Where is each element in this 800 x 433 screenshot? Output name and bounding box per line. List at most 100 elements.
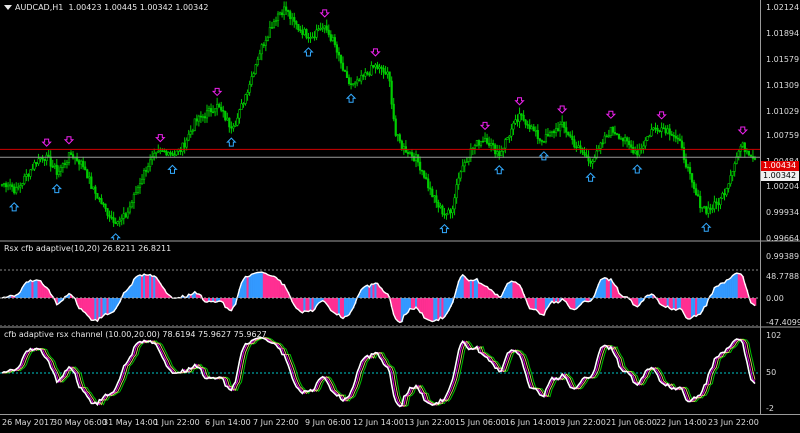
down-arrow-icon [516,98,524,105]
candle-body [407,152,409,153]
candle-body [397,135,399,136]
symbol-name: AUDCAD,H1 [15,3,63,12]
channel-lines-canvas[interactable] [0,328,760,414]
candle-body [64,164,66,165]
candle-body [306,29,308,37]
candle-body [249,84,251,92]
up-arrow-icon [227,138,235,146]
rsx-bar [675,298,677,310]
candle-body [293,17,295,21]
candle-body [624,138,626,141]
time-axis-label: 22 Jun 14:00 [656,418,707,427]
candle-body [647,136,649,140]
candle-body [350,84,352,85]
rsx-bar [732,276,734,298]
rsx-bar [96,298,98,321]
candle-body [160,151,162,152]
rsx-bar [259,272,261,298]
candle-body [267,37,269,40]
candle-body [371,65,373,75]
candle-body [237,118,239,125]
rsx-bar [226,298,228,308]
candle-body [695,189,697,195]
rsx-histogram-canvas[interactable] [0,242,760,326]
time-axis-label: 13 Jun 22:00 [404,418,455,427]
candle-body [466,161,468,162]
rsx-bar [104,298,106,314]
candle-body [523,115,525,120]
candle-body [348,78,350,84]
candle-body [513,123,515,129]
candle-body [291,17,293,18]
rsx-bar [35,280,37,298]
candle-body [147,167,149,172]
candle-body [431,189,433,197]
rsx-bar [537,298,539,311]
candle-body [606,136,608,137]
candle-body [661,128,663,132]
candle-body [208,108,210,110]
rsx-indicator-panel[interactable]: Rsx cfb adaptive(10,20) 26.8211 26.8211 [0,242,760,326]
rsx-bar [460,277,462,298]
candle-body [533,127,535,131]
rsx-bar [478,283,480,298]
candle-body [338,52,340,55]
candle-body [636,151,638,155]
rsx-bar [273,276,275,298]
rsx-bar [484,286,486,298]
candle-body [444,214,446,215]
candle-body [712,209,714,210]
rsx-bar [374,283,376,298]
candle-body [456,185,458,198]
candle-body [559,124,561,130]
candle-body [259,54,261,60]
candle-body [563,122,565,127]
candle-body [671,134,673,135]
price-scale[interactable]: 1.02124 1.01894 1.01579 1.01309 1.01029 … [760,0,800,414]
down-arrow-icon [481,122,489,129]
candle-body [492,143,494,145]
rsx-bar [719,283,721,298]
rsx-bar [107,298,109,315]
candle-body [385,72,387,74]
rsx-bar [372,284,374,298]
chevron-down-icon[interactable] [4,5,12,10]
candle-body [99,198,101,199]
candle-body [419,162,421,170]
down-arrow-icon [65,137,73,144]
price-chart-canvas[interactable] [0,0,760,240]
candle-body [697,195,699,197]
channel-indicator-panel[interactable]: cfb adaptive rsx channel (10.00,20.00) 7… [0,328,760,414]
candle-body [537,130,539,138]
candle-body [653,128,655,130]
time-axis-label: 9 Jun 06:00 [305,418,351,427]
candle-body [387,72,389,74]
candle-body [511,129,513,136]
up-arrow-icon [495,166,503,174]
rsx-bar [312,298,314,311]
candle-body [224,111,226,120]
rsx-bar [405,298,407,314]
rsx-bar [334,298,336,313]
candle-body [645,140,647,146]
candle-body [375,65,377,67]
price-chart-panel[interactable]: AUDCAD,H1 1.00423 1.00445 1.00342 1.0034… [0,0,760,240]
rsx-bar [734,274,736,298]
channel-rsx-line [2,338,755,407]
candle-body [300,30,302,31]
candle-body [289,12,291,19]
candle-body [716,202,718,203]
rsx-bar [539,298,541,314]
candle-body [393,104,395,119]
price-scale-label: 1.01894 [766,29,799,38]
time-axis[interactable]: 26 May 2017 30 May 06:00 31 May 14:00 1 … [0,414,800,433]
price-scale-label: 0.99664 [766,234,799,243]
red-line-price-tag: 1.00434 [761,161,799,171]
candle-body [553,131,555,133]
rsx-bar [693,298,695,316]
candle-body [421,170,423,171]
candle-body [332,37,334,40]
candle-body [401,141,403,149]
candle-body [344,70,346,71]
candle-body [131,203,133,207]
